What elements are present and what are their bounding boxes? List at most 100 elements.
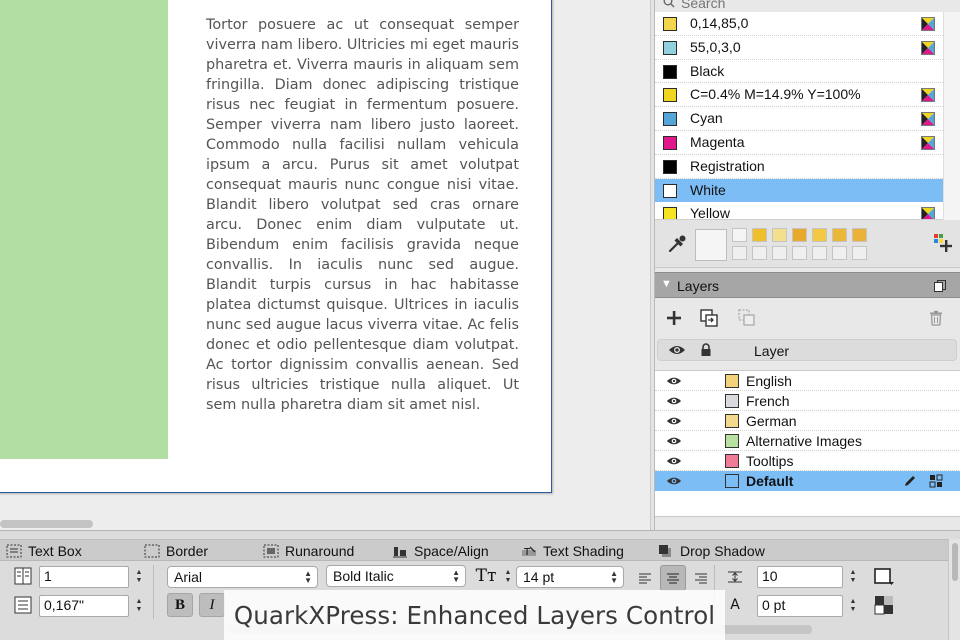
text-box-body[interactable]: Tortor posuere ac ut consequat semper vi… (206, 15, 519, 415)
layer-color-swatch[interactable] (725, 474, 739, 488)
align-center-button[interactable] (660, 565, 686, 591)
color-list-item[interactable]: Black (655, 60, 943, 84)
font-size-select[interactable]: 14 pt ▲ ▼ (516, 566, 624, 588)
chevron-updown-icon: ▲ ▼ (304, 569, 312, 585)
layer-color-swatch[interactable] (725, 454, 739, 468)
columns-field[interactable]: 1 (39, 566, 129, 588)
tab-runaround[interactable]: Runaround (263, 542, 354, 560)
layer-visibility-icon[interactable] (666, 435, 682, 447)
recent-color-cell[interactable] (752, 228, 767, 242)
collapse-triangle-icon[interactable]: ▼ (661, 278, 672, 290)
recent-color-cell[interactable] (792, 228, 807, 242)
layer-color-swatch[interactable] (725, 394, 739, 408)
font-family-select[interactable]: Arial ▲ ▼ (167, 566, 318, 588)
font-style-select[interactable]: Bold Italic ▲ ▼ (326, 565, 466, 587)
color-list-item[interactable]: Registration (655, 155, 943, 179)
canvas-scroll-thumb[interactable] (0, 520, 93, 528)
tab-text-box[interactable]: Text Box (6, 542, 82, 560)
recent-color-cell[interactable] (732, 246, 747, 260)
layer-row[interactable]: Alternative Images (655, 431, 960, 451)
recent-color-cell[interactable] (812, 246, 827, 260)
recent-color-cell[interactable] (852, 228, 867, 242)
panel-options-icon[interactable] (932, 278, 948, 294)
palette-vertical-scrollbar[interactable] (948, 539, 960, 640)
space-align-icon (392, 544, 408, 558)
add-color-icon[interactable] (933, 233, 953, 253)
recent-color-cell[interactable] (732, 228, 747, 242)
current-color-swatch[interactable] (695, 229, 727, 261)
layer-visibility-icon[interactable] (666, 375, 682, 387)
shade-pattern-icon[interactable] (873, 595, 895, 615)
recent-color-cell[interactable] (852, 246, 867, 260)
layers-panel-header[interactable]: ▼ Layers (655, 272, 960, 298)
layer-visibility-icon[interactable] (666, 455, 682, 467)
layer-row[interactable]: English (655, 371, 960, 391)
frame-color-icon[interactable] (873, 567, 895, 587)
layer-color-swatch[interactable] (725, 414, 739, 428)
recent-color-cell[interactable] (772, 228, 787, 242)
recent-color-cell[interactable] (832, 246, 847, 260)
bold-button[interactable]: B (167, 593, 193, 617)
layer-row[interactable]: Default (655, 471, 960, 491)
layout-canvas[interactable]: Tortor posuere ac ut consequat semper vi… (0, 0, 650, 530)
palette-scroll-thumb[interactable] (952, 543, 958, 581)
layer-visibility-icon[interactable] (666, 475, 682, 487)
layer-color-swatch[interactable] (725, 434, 739, 448)
color-list-item[interactable]: 0,14,85,0 (655, 12, 943, 36)
colors-search-input[interactable] (681, 0, 941, 12)
recent-color-cell[interactable] (832, 228, 847, 242)
color-list-item[interactable]: Yellow (655, 202, 943, 219)
color-name: Black (690, 62, 725, 79)
gutter-width-field[interactable]: 0,167" (39, 595, 129, 617)
recent-color-cell[interactable] (792, 246, 807, 260)
layer-row[interactable]: French (655, 391, 960, 411)
colors-search (655, 0, 960, 12)
columns-stepper[interactable]: ▲ ▼ (133, 566, 145, 588)
layer-items-icon[interactable] (929, 474, 943, 488)
layer-visibility-icon[interactable] (666, 395, 682, 407)
layer-name: Default (746, 473, 794, 489)
tab-drop-shadow[interactable]: Drop Shadow (658, 542, 765, 560)
layer-color-swatch[interactable] (725, 374, 739, 388)
canvas-horizontal-scrollbar[interactable] (0, 517, 650, 530)
document-page[interactable]: Tortor posuere ac ut consequat semper vi… (0, 0, 552, 493)
merge-layers-icon[interactable] (736, 307, 758, 329)
leading-field[interactable]: 10 (757, 566, 843, 588)
italic-button[interactable]: I (199, 593, 225, 617)
new-layer-icon[interactable] (663, 307, 685, 329)
align-right-icon[interactable] (692, 569, 710, 587)
lock-icon[interactable] (700, 343, 712, 360)
green-picture-box[interactable] (0, 0, 168, 459)
align-left-icon[interactable] (636, 569, 654, 587)
color-swatch (663, 159, 677, 174)
layer-row[interactable]: Tooltips (655, 451, 960, 471)
layer-row[interactable]: German (655, 411, 960, 431)
color-list-item[interactable]: Magenta (655, 131, 943, 155)
tab-border[interactable]: Border (144, 542, 208, 560)
recent-color-cell[interactable] (752, 246, 767, 260)
tracking-icon: A (730, 597, 740, 613)
recent-color-cell[interactable] (812, 228, 827, 242)
colors-list-scrollbar[interactable] (943, 12, 960, 220)
tab-text-shading[interactable]: T Text Shading (521, 542, 624, 560)
layer-visibility-icon[interactable] (666, 415, 682, 427)
font-family-value: Arial (174, 569, 203, 585)
chevron-updown-icon: ▲ ▼ (452, 568, 460, 584)
color-list-item[interactable]: Cyan (655, 107, 943, 131)
color-swatch (663, 88, 677, 103)
font-size-stepper[interactable]: ▲ ▼ (502, 566, 514, 588)
move-items-to-layer-icon[interactable] (698, 307, 720, 329)
visibility-eye-icon[interactable] (668, 343, 686, 360)
delete-layer-icon[interactable] (925, 307, 947, 329)
eyedropper-icon[interactable] (667, 232, 687, 254)
leading-stepper[interactable]: ▲ ▼ (847, 566, 859, 588)
tracking-stepper[interactable]: ▲ ▼ (847, 595, 859, 617)
gutter-stepper[interactable]: ▲ ▼ (133, 595, 145, 617)
color-list-item[interactable]: C=0.4% M=14.9% Y=100% (655, 83, 943, 108)
tracking-field[interactable]: 0 pt (757, 595, 843, 617)
recent-color-cell[interactable] (772, 246, 787, 260)
tab-space-align[interactable]: Space/Align (392, 542, 489, 560)
color-list-item[interactable]: 55,0,3,0 (655, 36, 943, 60)
edit-layer-icon[interactable] (903, 474, 917, 488)
color-list-item[interactable]: White (655, 178, 943, 203)
